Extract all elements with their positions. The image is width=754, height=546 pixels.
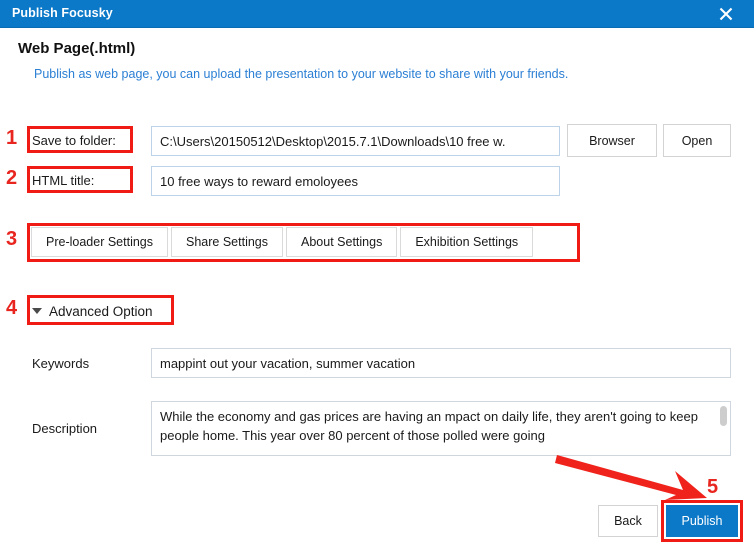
back-button[interactable]: Back — [598, 505, 658, 537]
window-titlebar: Publish Focusky — [0, 0, 754, 28]
arrow-pointer-icon — [555, 455, 707, 500]
annotation-number-1: 1 — [6, 127, 18, 149]
keywords-input[interactable] — [151, 348, 731, 378]
window-title: Publish Focusky — [12, 6, 113, 20]
advanced-option-toggle[interactable]: Advanced Option — [32, 300, 153, 322]
annotation-number-5: 5 — [707, 476, 719, 498]
page-subtitle: Publish as web page, you can upload the … — [34, 67, 569, 81]
tab-share-settings[interactable]: Share Settings — [171, 227, 284, 257]
open-button[interactable]: Open — [663, 124, 731, 157]
html-title-input[interactable] — [151, 166, 560, 196]
annotation-number-3: 3 — [6, 228, 18, 250]
browser-button[interactable]: Browser — [567, 124, 657, 157]
annotation-number-2: 2 — [6, 167, 18, 189]
keywords-label: Keywords — [32, 356, 90, 371]
page-title: Web Page(.html) — [18, 40, 136, 57]
tab-about-settings[interactable]: About Settings — [286, 227, 398, 257]
save-to-folder-input[interactable] — [151, 126, 560, 156]
advanced-option-label: Advanced Option — [49, 303, 153, 319]
tab-pre-loader-settings[interactable]: Pre-loader Settings — [31, 227, 169, 257]
settings-tab-row: Pre-loader Settings Share Settings About… — [31, 227, 534, 257]
annotation-number-4: 4 — [6, 297, 18, 319]
description-label: Description — [32, 421, 98, 436]
description-textarea[interactable] — [151, 401, 731, 456]
description-scrollbar-thumb[interactable] — [720, 406, 727, 426]
html-title-label: HTML title: — [32, 173, 95, 188]
publish-button[interactable]: Publish — [666, 505, 738, 537]
chevron-down-icon — [32, 308, 42, 314]
tab-exhibition-settings[interactable]: Exhibition Settings — [400, 227, 534, 257]
close-icon[interactable] — [704, 0, 748, 28]
save-to-folder-label: Save to folder: — [32, 133, 116, 148]
